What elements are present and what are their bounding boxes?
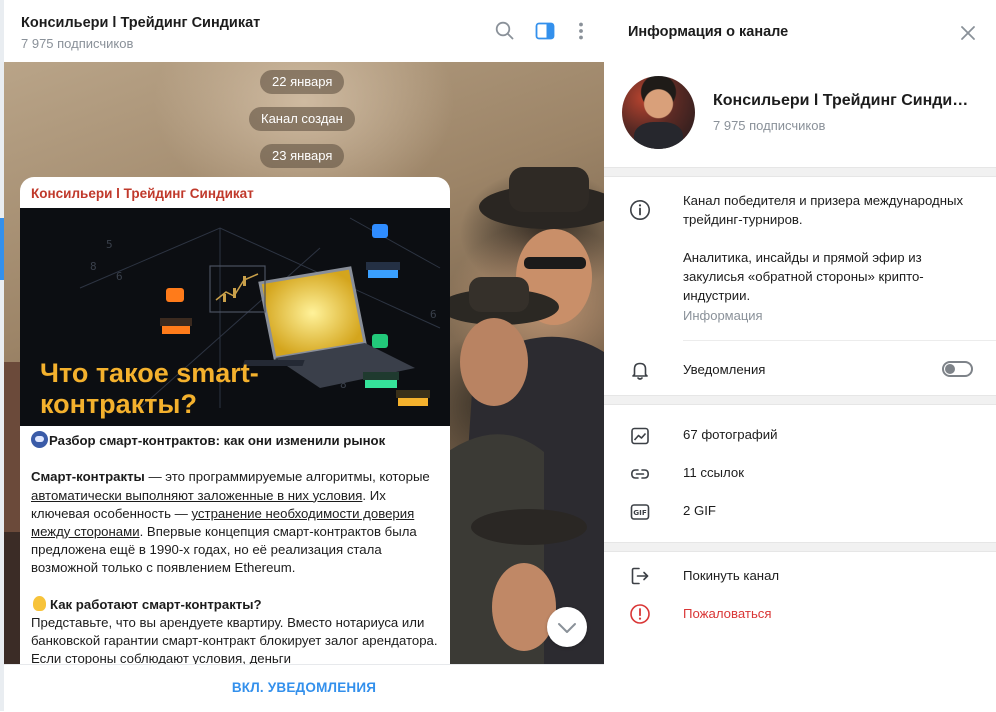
notifications-label: Уведомления — [683, 362, 766, 377]
info-icon — [630, 200, 650, 220]
gif-icon: GIF — [630, 504, 650, 520]
close-icon — [961, 26, 975, 40]
post-subheading: Как работают смарт-контракты? — [50, 596, 262, 612]
chat-title[interactable]: Консильери l Трейдинг Синдикат — [21, 15, 260, 31]
toggle-knob — [945, 364, 955, 374]
media-gifs-row[interactable]: GIF 2 GIF — [604, 493, 996, 531]
sidebar-toggle-icon — [535, 22, 555, 40]
post-paragraph: Представьте, что вы арендуете квартиру. … — [31, 615, 438, 664]
section-divider — [604, 167, 996, 177]
channel-post[interactable]: Консильери l Трейдинг Синдикат 8 6 5 6 8… — [20, 177, 450, 664]
link-icon — [630, 469, 650, 479]
svg-text:5: 5 — [106, 238, 113, 251]
media-links-row[interactable]: 11 ссылок — [604, 455, 996, 493]
chat-footer: ВКЛ. УВЕДОМЛЕНИЯ — [4, 664, 604, 711]
svg-text:6: 6 — [430, 308, 437, 321]
post-term: Смарт-контракты — [31, 469, 145, 485]
report-icon — [630, 604, 650, 624]
post-text: Разбор смарт-контрактов: как они изменил… — [31, 431, 443, 664]
svg-text:8: 8 — [90, 260, 97, 273]
channel-avatar[interactable] — [622, 76, 695, 149]
chat-messages-area[interactable]: 22 января Канал создан 23 января Консиль… — [4, 62, 604, 664]
section-divider — [604, 542, 996, 552]
bell-icon — [632, 362, 648, 380]
search-button[interactable] — [492, 18, 518, 44]
chat-header[interactable]: Консильери l Трейдинг Синдикат 7 975 под… — [4, 0, 604, 62]
photo-icon — [631, 427, 649, 445]
svg-text:GIF: GIF — [633, 508, 647, 517]
post-heading: Разбор смарт-контрактов: как они изменил… — [49, 433, 386, 448]
photos-count: 67 фотографий — [683, 427, 778, 442]
post-image[interactable]: 8 6 5 6 8 Что такое smart-контракты? — [20, 208, 450, 426]
report-label: Пожаловаться — [683, 606, 772, 621]
post-author[interactable]: Консильери l Трейдинг Синдикат — [31, 186, 254, 201]
close-info-button[interactable] — [957, 22, 979, 44]
links-count: 11 ссылок — [683, 465, 744, 480]
notifications-toggle[interactable] — [942, 361, 973, 377]
channel-info-panel: Информация о канале Консильери l Трейдин… — [604, 0, 996, 711]
svg-text:8: 8 — [340, 378, 347, 391]
leave-icon — [631, 567, 649, 585]
post-image-caption: Что такое smart-контракты? — [40, 358, 259, 419]
robot-emoji-icon — [31, 431, 48, 448]
chevron-down-icon — [558, 623, 576, 633]
post-text-part: — это программируемые алгоритмы, которые — [144, 469, 430, 485]
date-separator: 23 января — [260, 144, 345, 168]
more-vertical-icon — [579, 22, 583, 40]
description-line: Аналитика, инсайды и прямой эфир из заку… — [683, 250, 924, 303]
channel-description[interactable]: Канал победителя и призера международных… — [683, 191, 983, 305]
lightbulb-emoji-icon — [33, 595, 46, 611]
report-button[interactable]: Пожаловаться — [604, 596, 996, 634]
row-divider — [683, 340, 996, 341]
toggle-info-panel-button[interactable] — [532, 18, 558, 44]
info-panel-title: Информация о канале — [628, 24, 789, 40]
gifs-count: 2 GIF — [683, 503, 716, 518]
leave-channel-label: Покинуть канал — [683, 568, 780, 583]
channel-name: Консильери l Трейдинг Синдикат — [713, 92, 975, 109]
service-message: Канал создан — [249, 107, 355, 131]
description-label: Информация — [683, 308, 763, 323]
post-link[interactable]: автоматически выполняют заложенные в них… — [31, 488, 362, 503]
svg-text:6: 6 — [116, 270, 123, 283]
date-separator: 22 января — [260, 70, 345, 94]
leave-channel-button[interactable]: Покинуть канал — [604, 558, 996, 596]
channel-subscribers: 7 975 подписчиков — [713, 118, 826, 133]
enable-notifications-button[interactable]: ВКЛ. УВЕДОМЛЕНИЯ — [4, 665, 604, 712]
chat-subscribers: 7 975 подписчиков — [21, 36, 134, 51]
chat-panel: Консильери l Трейдинг Синдикат 7 975 под… — [4, 0, 604, 711]
scroll-to-bottom-button[interactable] — [547, 607, 587, 647]
section-divider — [604, 395, 996, 405]
media-photos-row[interactable]: 67 фотографий — [604, 417, 996, 455]
more-options-button[interactable] — [568, 18, 594, 44]
search-icon — [495, 21, 514, 40]
description-line: Канал победителя и призера международных… — [683, 193, 964, 227]
